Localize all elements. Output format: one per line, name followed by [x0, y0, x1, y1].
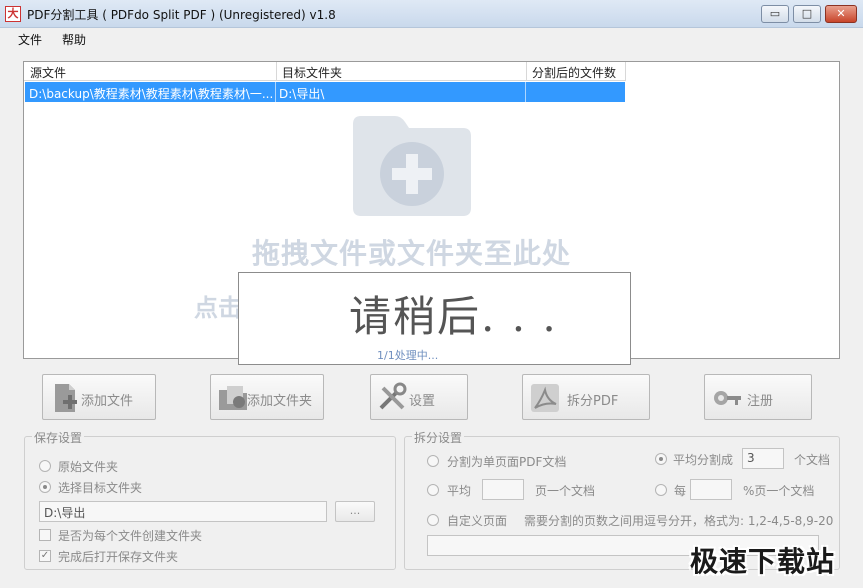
column-count[interactable]: 分割后的文件数 — [532, 64, 616, 81]
split-settings-title: 拆分设置 — [412, 429, 465, 446]
even-split-radio[interactable] — [655, 453, 667, 465]
split-pdf-button[interactable]: 拆分PDF — [522, 374, 650, 420]
table-row[interactable]: D:\backup\教程素材\教程素材\教程素材\一... D:\导出\ — [25, 82, 625, 102]
add-file-label: 添加文件 — [81, 394, 134, 409]
progress-dialog: 请稍后. . . 1/1处理中... — [238, 272, 631, 365]
cell-source: D:\backup\教程素材\教程素材\教程素材\一... — [29, 87, 273, 101]
close-button[interactable]: ✕ — [825, 5, 857, 23]
add-folder-icon — [353, 116, 471, 216]
window-title: PDF分割工具 ( PDFdo Split PDF ) (Unregistere… — [27, 8, 336, 22]
watermark-logo: 极速下载站 — [690, 545, 836, 578]
average-radio[interactable] — [427, 484, 439, 496]
maximize-button[interactable]: □ — [793, 5, 821, 23]
key-icon — [714, 391, 741, 405]
progress-status: 1/1处理中... — [377, 349, 439, 362]
menu-bar: 文件 帮助 — [0, 28, 863, 50]
choose-target-label: 选择目标文件夹 — [58, 481, 143, 495]
save-settings-title: 保存设置 — [32, 429, 85, 446]
open-folder-checkbox[interactable]: ✓ — [39, 550, 51, 562]
column-divider[interactable] — [276, 62, 277, 81]
add-file-icon — [55, 384, 77, 412]
add-file-button[interactable]: 添加文件 — [42, 374, 156, 420]
each-label: 每 — [674, 484, 687, 498]
single-page-radio[interactable] — [427, 455, 439, 467]
app-icon: 大 — [5, 6, 21, 22]
average-label: 平均 — [447, 484, 472, 498]
docs-suffix-label: 个文档 — [794, 453, 831, 467]
drop-hint-click: 点击 — [194, 294, 242, 322]
target-path-field[interactable]: D:\导出 — [39, 501, 327, 522]
choose-target-radio[interactable] — [39, 481, 51, 493]
menu-help[interactable]: 帮助 — [62, 31, 86, 48]
menu-file[interactable]: 文件 — [18, 31, 42, 48]
column-divider[interactable] — [526, 62, 527, 81]
add-folder-button[interactable]: 添加文件夹 — [210, 374, 324, 420]
each-percent-radio[interactable] — [655, 484, 667, 496]
progress-title: 请稍后. . . — [349, 292, 558, 341]
tools-icon — [379, 382, 407, 410]
even-split-count-field[interactable]: 3 — [742, 448, 784, 469]
cell-target: D:\导出\ — [279, 87, 325, 101]
create-folder-checkbox[interactable] — [39, 529, 51, 541]
register-button[interactable]: 注册 — [704, 374, 812, 420]
settings-button[interactable]: 设置 — [370, 374, 468, 420]
original-folder-radio[interactable] — [39, 460, 51, 472]
column-target[interactable]: 目标文件夹 — [282, 64, 342, 81]
folder-icon — [219, 386, 247, 410]
pdf-icon — [531, 384, 559, 412]
settings-label: 设置 — [409, 394, 436, 409]
custom-pages-radio[interactable] — [427, 514, 439, 526]
register-label: 注册 — [747, 394, 774, 409]
split-pdf-label: 拆分PDF — [567, 394, 619, 409]
cell-divider — [525, 82, 526, 102]
column-divider — [625, 62, 626, 81]
pages-per-doc-label: 页一个文档 — [535, 484, 596, 498]
create-folder-label: 是否为每个文件创建文件夹 — [58, 529, 203, 543]
title-bar: 大 PDF分割工具 ( PDFdo Split PDF ) (Unregiste… — [0, 0, 863, 28]
list-header: 源文件 目标文件夹 分割后的文件数 — [24, 62, 626, 81]
cell-divider — [275, 82, 276, 102]
open-folder-label: 完成后打开保存文件夹 — [58, 550, 179, 564]
minimize-button[interactable]: ▭ — [761, 5, 789, 23]
average-pages-field[interactable] — [482, 479, 524, 500]
add-folder-label: 添加文件夹 — [247, 394, 313, 409]
single-page-label: 分割为单页面PDF文档 — [447, 455, 567, 469]
column-source[interactable]: 源文件 — [30, 64, 66, 81]
browse-button[interactable]: ... — [335, 501, 375, 522]
custom-pages-hint: 需要分割的页数之间用逗号分开，格式为: 1,2-4,5-8,9-20 — [524, 514, 834, 528]
custom-pages-label: 自定义页面 — [447, 514, 508, 528]
percent-field[interactable] — [690, 479, 732, 500]
even-split-label: 平均分割成 — [673, 453, 734, 467]
save-settings-group: 保存设置 原始文件夹 选择目标文件夹 D:\导出 ... 是否为每个文件创建文件… — [24, 429, 396, 570]
original-folder-label: 原始文件夹 — [58, 460, 119, 474]
drop-hint: 拖拽文件或文件夹至此处 — [252, 237, 572, 270]
percent-per-doc-label: %页一个文档 — [743, 484, 815, 498]
